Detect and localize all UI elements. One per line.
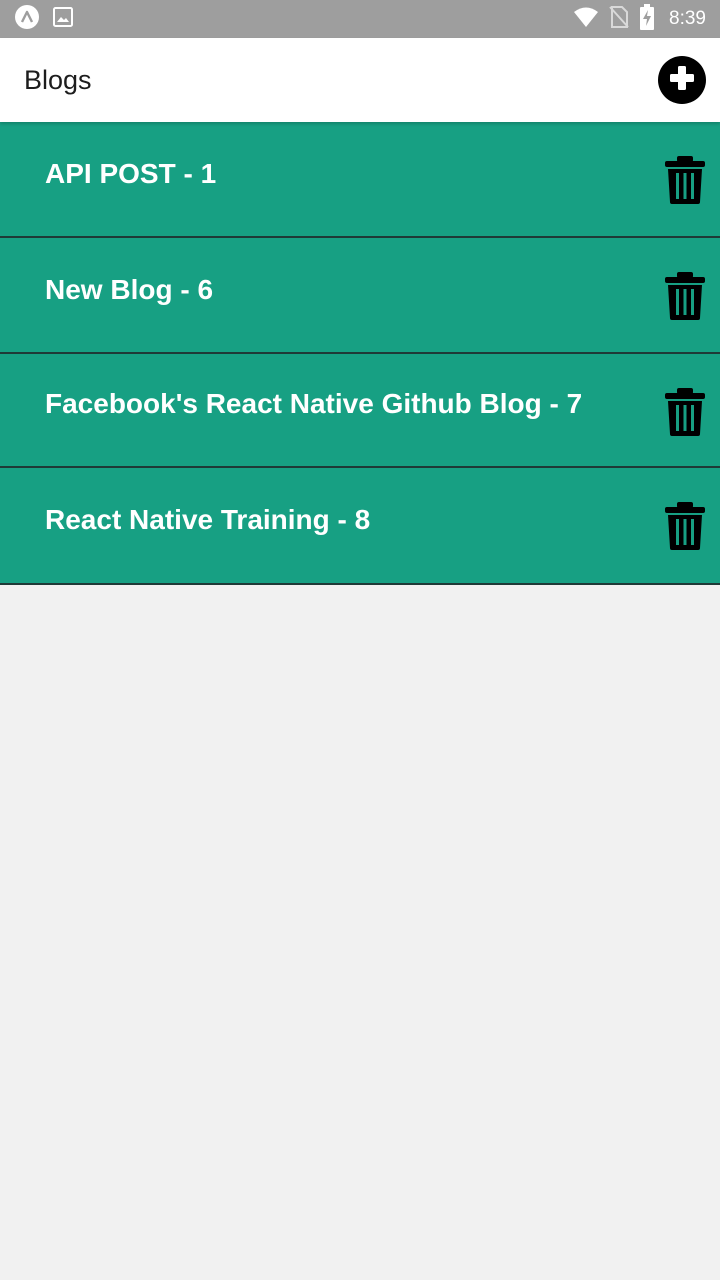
status-bar: 8:39 [0,0,720,38]
delete-button[interactable] [664,156,706,204]
add-blog-button[interactable] [658,56,706,104]
blog-title: New Blog - 6 [45,274,214,305]
blog-title: Facebook's React Native Github Blog - 7 [45,388,583,419]
page-title: Blogs [24,64,92,95]
blog-list-item[interactable]: New Blog - 6 [0,238,720,354]
status-right: 8:39 [573,3,706,35]
blog-list-item[interactable]: Facebook's React Native Github Blog - 7 [0,354,720,468]
delete-button[interactable] [664,502,706,550]
wifi-icon [573,6,599,33]
trash-icon [665,502,705,550]
blog-list: API POST - 1 New Blog - 6 Facebook's Rea… [0,122,720,585]
expo-icon [14,4,40,35]
image-icon [52,6,74,33]
blog-title: API POST - 1 [45,158,217,189]
status-left [14,4,74,35]
blog-title: React Native Training - 8 [45,504,371,535]
trash-icon [665,156,705,204]
no-sim-icon [609,5,629,34]
app-bar: Blogs [0,38,720,122]
plus-icon [667,63,697,98]
clock: 8:39 [669,8,706,29]
blog-list-item[interactable]: React Native Training - 8 [0,468,720,585]
delete-button[interactable] [664,388,706,436]
blog-list-item[interactable]: API POST - 1 [0,122,720,238]
trash-icon [665,388,705,436]
battery-charging-icon [639,3,655,35]
trash-icon [665,272,705,320]
delete-button[interactable] [664,272,706,320]
